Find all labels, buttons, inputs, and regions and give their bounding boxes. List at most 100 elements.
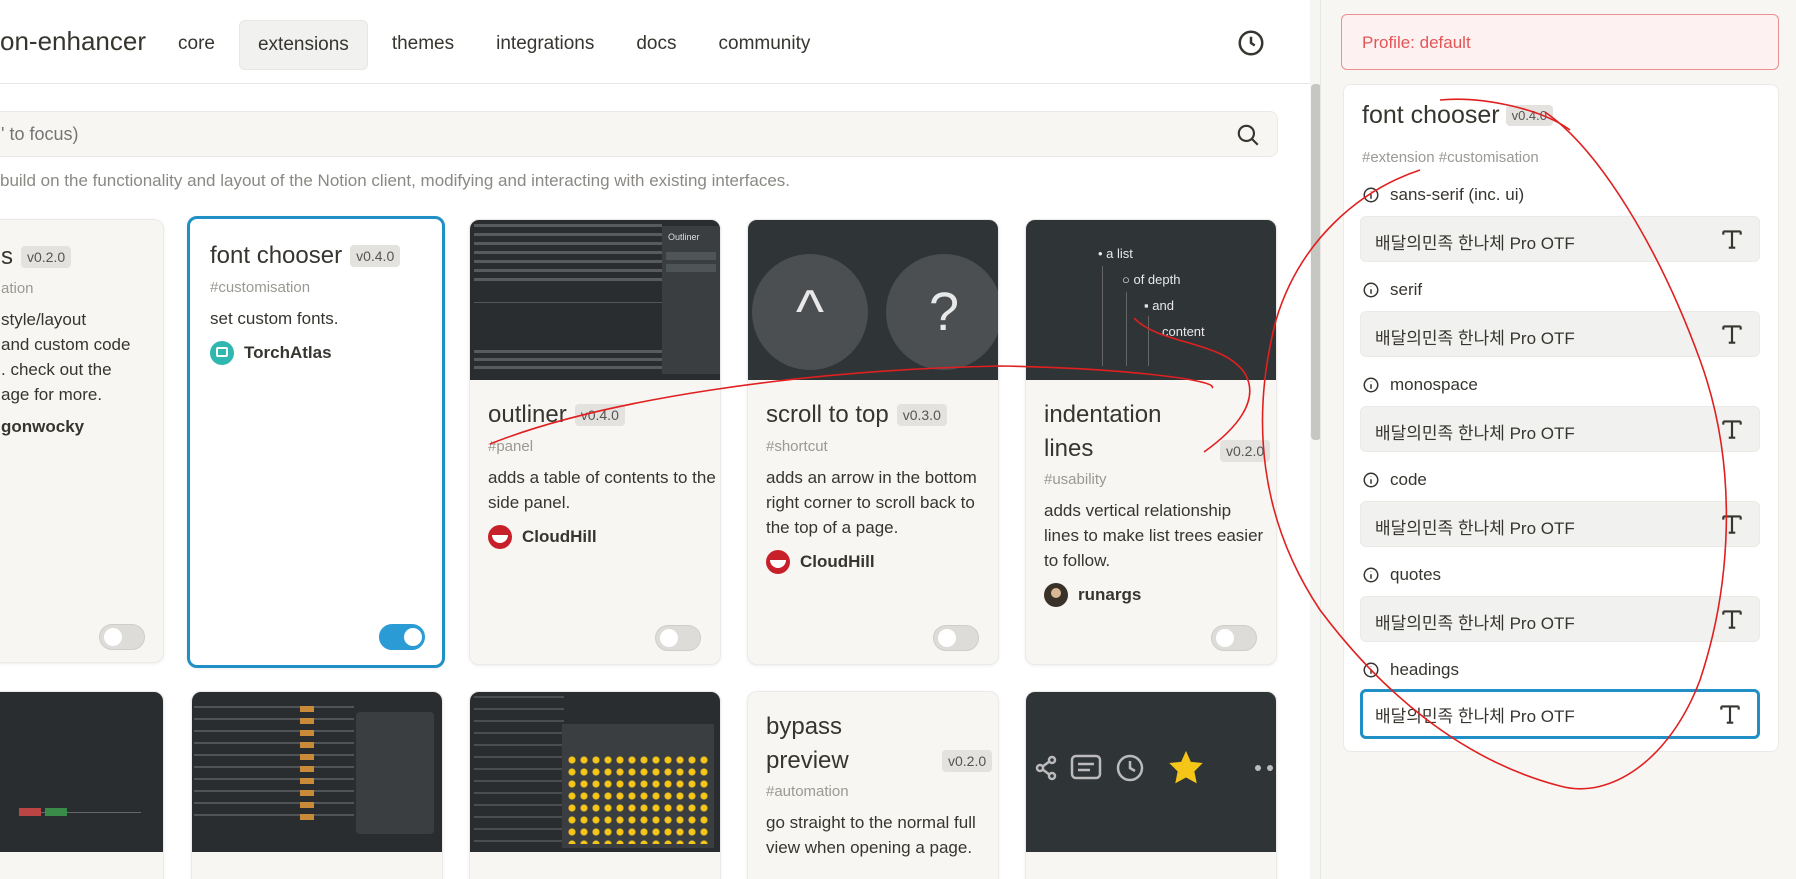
card-tags: #shortcut — [766, 437, 828, 455]
font-input-headings[interactable]: 배달의민족 한나체 Pro OTF — [1360, 689, 1760, 739]
card-title: indentation lines — [1044, 401, 1162, 462]
comment-icon — [1070, 754, 1102, 780]
font-input-code[interactable]: 배달의민족 한나체 Pro OTF — [1360, 501, 1760, 547]
desc-line: . check out the — [1, 359, 112, 379]
card-description: go straight to the normal full view when… — [766, 813, 976, 858]
nav-integrations[interactable]: integrations — [478, 20, 612, 70]
extension-card[interactable] — [0, 691, 164, 879]
preview-image — [470, 692, 720, 852]
indent-level-1: • a list — [1098, 246, 1133, 261]
text-type-icon — [1722, 420, 1742, 439]
extension-title: font chooser v0.4.0 — [1362, 101, 1554, 130]
card-title: bypass preview — [766, 713, 849, 774]
desc-line: and custom code — [1, 334, 131, 354]
extension-card-indentation-lines[interactable]: • a list ○ of depth ▪ and content indent… — [1025, 219, 1277, 665]
extension-card-bypass-preview[interactable]: bypass preview v0.2.0 #automation go str… — [747, 691, 999, 879]
preview-image — [0, 692, 163, 852]
extension-options-box: font chooser v0.4.0 #extension #customisa… — [1343, 84, 1779, 752]
author-avatar — [210, 340, 234, 365]
font-input-monospace[interactable]: 배달의민족 한나체 Pro OTF — [1360, 406, 1760, 452]
nav-core[interactable]: core — [160, 20, 233, 70]
enable-toggle[interactable] — [933, 625, 979, 651]
chevron-up-icon: ^ — [752, 254, 868, 370]
question-icon: ? — [886, 254, 998, 370]
info-icon[interactable] — [1362, 471, 1380, 489]
search-bar[interactable] — [0, 111, 1278, 157]
author[interactable]: CloudHill — [766, 549, 996, 574]
font-input-serif[interactable]: 배달의민족 한나체 Pro OTF — [1360, 311, 1760, 357]
card-title: scroll to top — [766, 401, 889, 428]
version-badge: v0.2.0 — [942, 750, 993, 772]
author-name: TorchAtlas — [244, 342, 332, 362]
card-tags: #panel — [488, 437, 534, 455]
version-badge: v0.4.0 — [350, 244, 401, 267]
share-icon — [1035, 755, 1057, 781]
author-name: runargs — [1078, 585, 1142, 605]
profile-button[interactable]: Profile: default — [1341, 14, 1779, 70]
font-value: 배달의민족 한나체 Pro OTF — [1375, 707, 1575, 726]
text-type-icon — [1720, 705, 1740, 724]
version-badge: v0.2.0 — [21, 245, 72, 268]
extension-card[interactable]: s v0.2.0 ation style/layout and custom co… — [0, 219, 164, 663]
option-label: code — [1362, 470, 1427, 490]
info-icon[interactable] — [1362, 186, 1380, 204]
author-name: CloudHill — [800, 551, 875, 571]
font-value: 배달의민족 한나체 Pro OTF — [1375, 329, 1575, 348]
indent-level-3: ▪ and — [1144, 298, 1174, 313]
font-input-quotes[interactable]: 배달의민족 한나체 Pro OTF — [1360, 596, 1760, 642]
preview-image — [192, 692, 442, 852]
info-icon[interactable] — [1362, 661, 1380, 679]
extension-card[interactable] — [1025, 691, 1277, 879]
top-header: on-enhancer core extensions themes integ… — [0, 0, 1310, 84]
desc-line: style/layout — [1, 309, 87, 329]
desc-line: age for more. — [1, 384, 103, 404]
star-icon — [1169, 750, 1203, 784]
search-icon[interactable] — [1235, 122, 1261, 148]
card-tags: ation — [1, 279, 34, 297]
enable-toggle[interactable] — [99, 624, 145, 650]
author-avatar — [766, 549, 790, 574]
nav-community[interactable]: community — [701, 20, 829, 70]
extension-card[interactable] — [469, 691, 721, 879]
extension-card[interactable] — [191, 691, 443, 879]
extension-card-scroll-to-top[interactable]: ^ ? scroll to top v0.3.0 #shortcut adds a… — [747, 219, 999, 665]
info-icon[interactable] — [1362, 376, 1380, 394]
nav-extensions[interactable]: extensions — [238, 20, 368, 70]
option-label: headings — [1362, 660, 1459, 680]
author[interactable]: TorchAtlas — [210, 340, 430, 365]
option-label: monospace — [1362, 375, 1478, 395]
extension-card-outliner[interactable]: Outliner outliner v0.4.0 #panel adds a ta… — [469, 219, 721, 665]
enable-toggle[interactable] — [379, 624, 425, 650]
card-title: outliner — [488, 401, 567, 428]
font-value: 배달의민족 한나체 Pro OTF — [1375, 614, 1575, 633]
nav-themes[interactable]: themes — [374, 20, 472, 70]
main-area: on-enhancer core extensions themes integ… — [0, 0, 1320, 879]
info-icon[interactable] — [1362, 281, 1380, 299]
enable-toggle[interactable] — [655, 625, 701, 651]
card-title: font chooser — [210, 242, 343, 269]
card-description: adds vertical relationship lines to make… — [1044, 501, 1264, 571]
info-icon[interactable] — [1362, 566, 1380, 584]
author[interactable]: CloudHill — [488, 524, 718, 549]
card-description: set custom fonts. — [210, 308, 339, 328]
extension-tags: #extension #customisation — [1362, 149, 1539, 166]
version-badge: v0.2.0 — [1220, 440, 1271, 462]
nav-docs[interactable]: docs — [618, 20, 694, 70]
scrollbar-thumb[interactable] — [1311, 84, 1320, 440]
search-input[interactable] — [1, 112, 1201, 156]
card-description: adds a table of contents to the side pan… — [488, 467, 716, 512]
author[interactable]: gonwocky — [1, 417, 161, 437]
clock-icon[interactable] — [1236, 28, 1266, 58]
version-badge: v0.3.0 — [896, 403, 947, 426]
indent-level-2: ○ of depth — [1122, 272, 1181, 287]
font-value: 배달의민족 한나체 Pro OTF — [1375, 519, 1575, 538]
indent-level-4: content — [1162, 324, 1205, 339]
font-input-sans-serif[interactable]: 배달의민족 한나체 Pro OTF — [1360, 216, 1760, 262]
text-type-icon — [1722, 325, 1742, 344]
author[interactable]: runargs — [1044, 583, 1264, 608]
font-value: 배달의민족 한나체 Pro OTF — [1375, 424, 1575, 443]
extension-card-font-chooser[interactable]: font chooser v0.4.0 #customisation set cu… — [187, 216, 445, 668]
card-description: style/layout and custom code . check out… — [1, 307, 161, 407]
enable-toggle[interactable] — [1211, 625, 1257, 651]
more-icon — [1255, 765, 1273, 771]
